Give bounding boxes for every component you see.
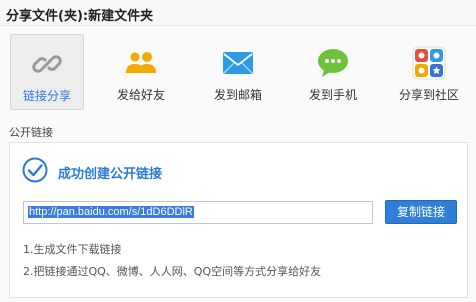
share-link-panel: 成功创建公开链接 http://pan.baidu.com/s/1dD6DDlR… [9, 142, 468, 298]
chat-bubble-icon [318, 49, 348, 77]
tab-label: 链接分享 [22, 89, 71, 103]
tab-link-share[interactable]: 链接分享 [10, 34, 84, 110]
friends-icon [126, 51, 156, 73]
tab-label: 发到邮箱 [213, 88, 262, 102]
check-circle-icon [22, 157, 48, 183]
tip-text: 1.生成文件下载链接 [23, 243, 122, 256]
link-icon [32, 55, 62, 73]
window-title: 分享文件(夹):新建文件夹 [0, 0, 476, 26]
share-link-field[interactable]: http://pan.baidu.com/s/1dD6DDlR [23, 201, 373, 224]
share-method-tabs: 链接分享 发给好友 发到邮箱 发到手机 分享到社区 [0, 34, 476, 112]
tab-send-to-friend[interactable]: 发给好友 [104, 34, 178, 110]
tab-label: 发到手机 [308, 88, 357, 102]
copy-link-button[interactable]: 复制链接 [385, 200, 457, 224]
success-message: 成功创建公开链接 [58, 167, 163, 182]
share-link-value[interactable]: http://pan.baidu.com/s/1dD6DDlR [28, 206, 194, 218]
tip-text: 2.把链接通过QQ、微博、人人网、QQ空间等方式分享给好友 [23, 265, 322, 278]
community-grid-icon [412, 46, 446, 80]
tab-share-to-community[interactable]: 分享到社区 [392, 34, 466, 110]
mail-icon [223, 52, 253, 74]
section-label: 公开链接 [9, 126, 53, 139]
tab-label: 分享到社区 [398, 88, 459, 102]
tab-send-to-mail[interactable]: 发到邮箱 [201, 34, 275, 110]
tab-label: 发给好友 [116, 88, 165, 102]
tab-send-to-phone[interactable]: 发到手机 [296, 34, 370, 110]
